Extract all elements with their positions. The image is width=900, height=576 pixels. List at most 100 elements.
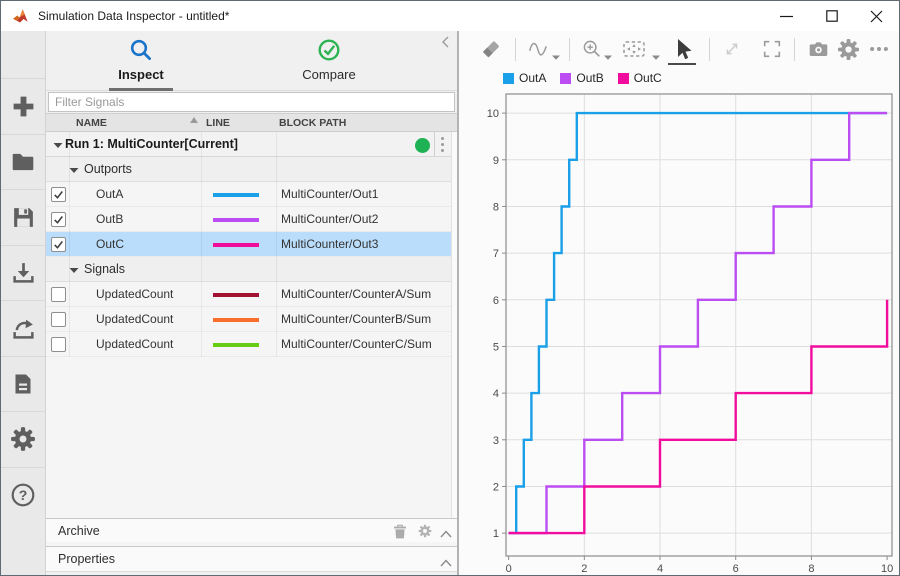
signal-row-updatedcount-a[interactable]: UpdatedCount MultiCounter/CounterA/Sum (46, 282, 451, 307)
signal-row-outa[interactable]: OutA MultiCounter/Out1 (46, 182, 451, 207)
gear-icon (418, 524, 432, 538)
signal-visibility-checkbox[interactable] (51, 287, 66, 302)
caret-down-icon[interactable] (53, 142, 63, 149)
document-icon (11, 372, 35, 396)
caret-down-icon (652, 55, 660, 60)
properties-collapse-button[interactable] (440, 556, 452, 570)
group-row-signals[interactable]: Signals (46, 257, 451, 282)
tree-scrollbar-gutter[interactable] (451, 132, 457, 518)
tab-compare[interactable]: Compare (244, 31, 414, 91)
import-button[interactable] (1, 245, 45, 301)
expand-plot-button-disabled[interactable] (720, 37, 744, 61)
preferences-button[interactable] (1, 411, 45, 467)
help-button[interactable]: ? (1, 467, 45, 523)
svg-text:10: 10 (487, 108, 499, 120)
legend-label: OutC (634, 71, 662, 85)
svg-text:7: 7 (493, 248, 499, 260)
svg-text:4: 4 (493, 388, 499, 400)
plot-legend: OutA OutB OutC (503, 71, 662, 85)
legend-item[interactable]: OutB (560, 71, 603, 85)
collapse-panel-button[interactable] (438, 35, 452, 49)
wave-icon (527, 38, 549, 60)
legend-item[interactable]: OutA (503, 71, 546, 85)
filter-signals-input[interactable] (48, 92, 455, 112)
column-header-block-path[interactable]: BLOCK PATH (279, 117, 346, 129)
titlebar[interactable]: Simulation Data Inspector - untitled* (1, 1, 899, 31)
checkmark-icon (53, 239, 64, 250)
step-plot[interactable]: 024681012345678910 (471, 91, 900, 576)
run-options-menu-button[interactable] (438, 135, 447, 154)
signal-name: UpdatedCount (96, 312, 173, 326)
caret-down-icon[interactable] (69, 167, 79, 174)
help-icon: ? (10, 482, 36, 508)
legend-item[interactable]: OutC (618, 71, 662, 85)
archive-collapse-button[interactable] (440, 527, 452, 541)
eraser-icon (480, 38, 502, 60)
group-label: Signals (84, 262, 125, 276)
signal-display-dropdown[interactable] (552, 47, 560, 65)
close-button[interactable] (854, 1, 899, 31)
plot-settings-button[interactable] (836, 37, 860, 61)
maximize-button[interactable] (809, 1, 854, 31)
minimize-button[interactable] (764, 1, 809, 31)
save-button[interactable] (1, 189, 45, 245)
archive-section-bar[interactable]: Archive (46, 518, 457, 542)
window-controls (764, 1, 899, 31)
signal-visibility-checkbox[interactable] (51, 337, 66, 352)
signal-visibility-checkbox[interactable] (51, 187, 66, 202)
archive-delete-button[interactable] (393, 524, 407, 542)
mode-tabs: Inspect Compare (46, 31, 457, 91)
archive-label: Archive (58, 524, 100, 538)
zoom-in-icon (581, 38, 603, 60)
toolbar-separator (569, 38, 570, 61)
gear-icon (10, 426, 36, 452)
signal-visibility-checkbox[interactable] (51, 312, 66, 327)
cursor-arrow-icon (671, 37, 693, 61)
clear-plot-button[interactable] (479, 37, 503, 61)
signal-visibility-checkbox[interactable] (51, 237, 66, 252)
properties-section-bar[interactable]: Properties (46, 546, 457, 571)
fit-to-view-dropdown[interactable] (652, 47, 660, 65)
archive-settings-button[interactable] (418, 524, 432, 541)
fit-to-view-button[interactable] (622, 37, 646, 61)
simulation-data-inspector-window: Simulation Data Inspector - untitled* (0, 0, 900, 576)
signal-row-outb[interactable]: OutB MultiCounter/Out2 (46, 207, 451, 232)
open-button[interactable] (1, 134, 45, 190)
more-options-button[interactable] (867, 37, 891, 61)
signal-line-swatch (213, 318, 259, 322)
run-row[interactable]: Run 1: MultiCounter[Current] (46, 132, 451, 157)
signal-visibility-checkbox[interactable] (51, 212, 66, 227)
signal-line-swatch (213, 243, 259, 247)
tab-inspect[interactable]: Inspect (56, 31, 226, 91)
svg-text:8: 8 (808, 563, 814, 575)
signal-display-button[interactable] (526, 37, 550, 61)
chevron-left-icon (442, 36, 449, 48)
legend-label: OutB (576, 71, 603, 85)
table-header[interactable]: NAME LINE BLOCK PATH (46, 113, 457, 132)
snapshot-button[interactable] (806, 37, 830, 61)
chevron-up-icon (440, 530, 452, 538)
run-row-separator (434, 132, 435, 157)
svg-text:3: 3 (493, 435, 499, 447)
pointer-tool-button-active[interactable] (670, 37, 694, 61)
signal-row-outc-selected[interactable]: OutC MultiCounter/Out3 (46, 232, 451, 257)
column-header-name[interactable]: NAME (76, 117, 107, 129)
zoom-button[interactable] (580, 37, 604, 61)
main-area: ? Inspect (1, 31, 899, 575)
zoom-dropdown[interactable] (604, 47, 612, 65)
create-report-button[interactable] (1, 356, 45, 412)
svg-text:2: 2 (581, 563, 587, 575)
run-status-dot (415, 138, 430, 153)
signal-row-updatedcount-c[interactable]: UpdatedCount MultiCounter/CounterC/Sum (46, 332, 451, 357)
fullscreen-button[interactable] (760, 37, 784, 61)
column-header-line[interactable]: LINE (206, 117, 230, 129)
group-row-outports[interactable]: Outports (46, 157, 451, 182)
plus-icon (11, 94, 36, 119)
signal-line-swatch (213, 343, 259, 347)
legend-swatch (503, 73, 514, 84)
signal-row-updatedcount-b[interactable]: UpdatedCount MultiCounter/CounterB/Sum (46, 307, 451, 332)
new-run-button[interactable] (1, 78, 45, 134)
caret-down-icon[interactable] (69, 267, 79, 274)
export-button[interactable] (1, 300, 45, 356)
download-icon (11, 260, 36, 285)
